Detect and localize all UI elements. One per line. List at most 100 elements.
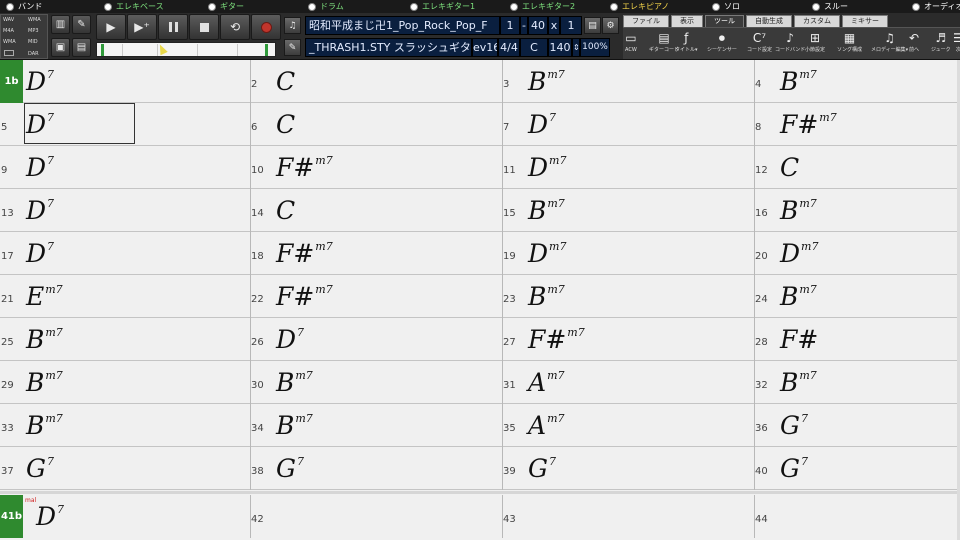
song-progress-bar[interactable] (96, 42, 276, 57)
chord-symbol[interactable]: Am7 (528, 369, 565, 397)
bar-cell-10[interactable]: 10 F#m7 (250, 146, 502, 189)
chord-symbol[interactable]: Em7 (26, 283, 63, 311)
chord-symbol[interactable]: C (276, 197, 295, 225)
track-radio-icon[interactable] (510, 2, 518, 11)
open-file-button[interactable]: ▥ (51, 15, 70, 34)
chord-symbol[interactable]: Dm7 (780, 240, 818, 268)
chord-symbol[interactable]: D7 (276, 326, 304, 354)
chord-symbol[interactable]: D7 (528, 111, 556, 139)
format-mid[interactable]: MID (28, 39, 38, 45)
chord-symbol[interactable]: Bm7 (276, 412, 313, 440)
bar-cell-22[interactable]: 22 F#m7 (250, 275, 502, 318)
track-0[interactable]: バンド (6, 0, 42, 13)
track-radio-icon[interactable] (308, 2, 316, 11)
chord-symbol[interactable]: Bm7 (780, 197, 817, 225)
bar-cell-38[interactable]: 38 G7 (250, 447, 502, 490)
bar-cell-19[interactable]: 19 Dm7 (502, 232, 754, 275)
bar-cell-11[interactable]: 11 Dm7 (502, 146, 754, 189)
speed-field[interactable]: 100% (580, 38, 610, 57)
chord-symbol[interactable]: F#m7 (276, 283, 333, 311)
bar-cell-23[interactable]: 23 Bm7 (502, 275, 754, 318)
bar-cell-18[interactable]: 18 F#m7 (250, 232, 502, 275)
chord-symbol[interactable]: Bm7 (26, 412, 63, 440)
record-button[interactable] (251, 14, 281, 40)
chord-symbol[interactable]: G7 (26, 455, 54, 483)
bar-cell-30[interactable]: 30 Bm7 (250, 361, 502, 404)
bar-cell-37[interactable]: 37 G7 (0, 447, 250, 490)
chord-symbol[interactable]: D7 (26, 197, 54, 225)
track-radio-icon[interactable] (410, 2, 418, 11)
format-wma[interactable]: WMA (28, 17, 41, 23)
ribbon-tab-2[interactable]: ツール (705, 15, 744, 27)
bar-cell-1b[interactable]: 1b D7 (0, 60, 250, 103)
bar-cell-27[interactable]: 27 F#m7 (502, 318, 754, 361)
pause-button[interactable] (158, 14, 188, 40)
range-start-field[interactable]: 1 (500, 16, 520, 35)
bar-cell-41b[interactable]: 41b D7 mal (0, 495, 250, 538)
song-menu-button[interactable]: ♫ (284, 17, 301, 34)
track-4[interactable]: エレキギター1 (410, 0, 475, 13)
track-radio-icon[interactable] (104, 2, 112, 11)
chord-symbol[interactable]: D7 (26, 68, 54, 96)
track-radio-icon[interactable] (610, 2, 618, 11)
ribbon-tab-4[interactable]: カスタム (794, 15, 840, 27)
chord-symbol[interactable]: C (780, 154, 799, 182)
bar-cell-13[interactable]: 13 D7 (0, 189, 250, 232)
ribbon-tool-9[interactable]: ↶ 前へ (909, 29, 919, 59)
bar-cell-9[interactable]: 9 D7 (0, 146, 250, 189)
ribbon-tab-0[interactable]: ファイル (623, 15, 669, 27)
save-button[interactable]: ▣ (51, 38, 70, 57)
bar-cell-34[interactable]: 34 Bm7 (250, 404, 502, 447)
format-wma-2[interactable]: WMA (3, 39, 16, 45)
export-icon[interactable] (4, 50, 14, 56)
format-wav[interactable]: WAV (3, 17, 14, 23)
track-3[interactable]: ドラム (308, 0, 344, 13)
track-2[interactable]: ギター (208, 0, 244, 13)
save-as-button[interactable]: ▤ (72, 38, 91, 57)
stop-button[interactable] (189, 14, 219, 40)
bar-cell-4[interactable]: 4 Bm7 (754, 60, 960, 103)
chord-symbol[interactable]: Bm7 (276, 369, 313, 397)
bar-cell-14[interactable]: 14 C (250, 189, 502, 232)
ribbon-tool-5[interactable]: ♪ コードバンド (775, 29, 805, 59)
track-radio-icon[interactable] (812, 2, 820, 11)
chord-symbol[interactable]: Bm7 (780, 68, 817, 96)
bar-cell-16[interactable]: 16 Bm7 (754, 189, 960, 232)
track-radio-icon[interactable] (6, 2, 14, 11)
bar-cell-44[interactable]: 44 (754, 495, 960, 538)
style-name-field[interactable]: _THRASH1.STY スラッシュギターハード (305, 38, 472, 57)
track-9[interactable]: オーディオ (912, 0, 960, 13)
ribbon-tab-5[interactable]: ミキサー (842, 15, 888, 27)
track-1[interactable]: エレキベース (104, 0, 164, 13)
track-7[interactable]: ソロ (712, 0, 740, 13)
chord-symbol[interactable]: Bm7 (780, 369, 817, 397)
format-dar[interactable]: DAR (28, 51, 39, 57)
ribbon-tool-7[interactable]: ▦ ソング構成 (837, 29, 862, 59)
chord-symbol[interactable]: G7 (780, 412, 808, 440)
bar-cell-32[interactable]: 32 Bm7 (754, 361, 960, 404)
bar-cell-39[interactable]: 39 G7 (502, 447, 754, 490)
chord-symbol[interactable]: Bm7 (528, 68, 565, 96)
play-from-bar-button[interactable]: ▶⁺ (127, 14, 157, 40)
chord-symbol[interactable]: F# (780, 326, 818, 354)
chord-symbol[interactable]: Dm7 (528, 154, 566, 182)
chord-symbol[interactable]: Bm7 (26, 369, 63, 397)
bar-cell-42[interactable]: 42 (250, 495, 502, 538)
bar-cell-2[interactable]: 2C (250, 60, 502, 103)
chord-symbol[interactable]: G7 (780, 455, 808, 483)
tempo-stepper[interactable]: ⇕ (572, 38, 580, 57)
chord-symbol[interactable]: Am7 (528, 412, 565, 440)
time-signature-field[interactable]: 4/4 (498, 38, 520, 57)
bar-cell-40[interactable]: 40 G7 (754, 447, 960, 490)
chord-symbol[interactable]: Bm7 (528, 197, 565, 225)
key-field[interactable]: C (520, 38, 548, 57)
track-6[interactable]: エレキピアノ (610, 0, 669, 13)
chord-symbol[interactable]: C (276, 68, 295, 96)
edit-song-button[interactable]: ✎ (72, 15, 91, 34)
track-radio-icon[interactable] (712, 2, 720, 11)
loop-button[interactable]: ⟲ (220, 14, 250, 40)
song-title-field[interactable]: 昭和平成まじ卍1_Pop_Rock_Pop_F (305, 16, 500, 35)
ribbon-tool-10[interactable]: ♬ ジューク (931, 29, 951, 59)
ribbon-tool-0[interactable]: ▭ ACW (625, 29, 637, 59)
chord-symbol[interactable]: D7 (26, 154, 54, 182)
